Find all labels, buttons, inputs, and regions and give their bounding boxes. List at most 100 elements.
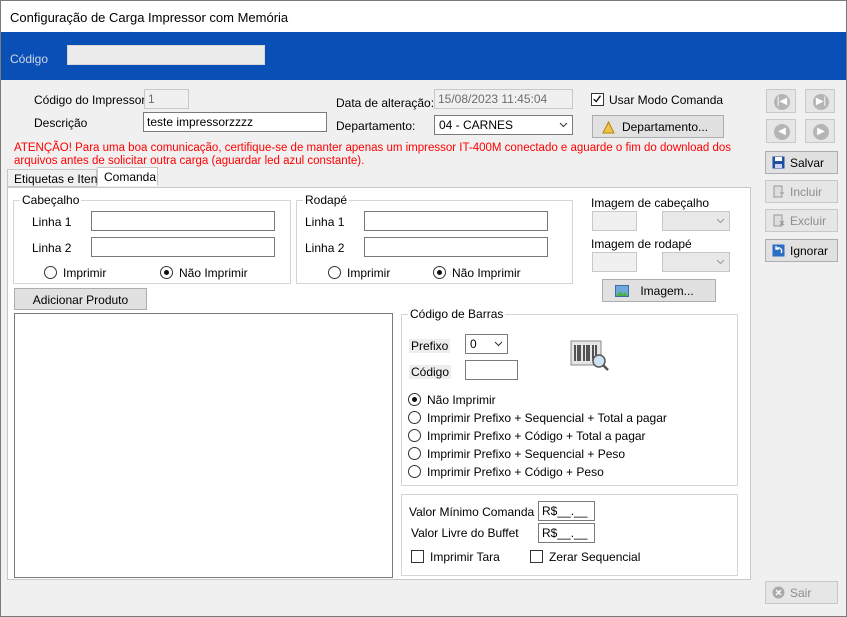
rodape-nao-imprimir-radio[interactable]	[433, 266, 446, 279]
incluir-button[interactable]: Incluir	[765, 180, 838, 203]
tab-etiquetas-itens[interactable]: Etiquetas e Itens	[7, 169, 103, 187]
title-bar: Configuração de Carga Impressor com Memó…	[1, 1, 846, 32]
first-record-button[interactable]: |◀	[766, 89, 796, 113]
arrow-right-icon: ▶	[813, 124, 829, 140]
tab-comanda[interactable]: Comanda	[97, 167, 158, 186]
codigo-barras-codigo-field[interactable]	[465, 360, 518, 380]
cb-option-1-label: Imprimir Prefixo + Sequencial + Total a …	[427, 411, 667, 425]
cabecalho-linha1-field[interactable]	[91, 211, 275, 231]
cb-option-0-label: Não Imprimir	[427, 393, 496, 407]
descricao-field[interactable]: teste impressorzzzz	[143, 112, 327, 132]
imagem-button[interactable]: Imagem...	[602, 279, 716, 302]
adicionar-produto-button[interactable]: Adicionar Produto	[14, 288, 147, 310]
chevron-down-icon	[716, 218, 725, 224]
barcode-icon	[570, 340, 609, 371]
rodape-linha1-field[interactable]	[364, 211, 548, 231]
rodape-linha2-field[interactable]	[364, 237, 548, 257]
zerar-sequencial-label: Zerar Sequencial	[549, 550, 641, 564]
sair-button[interactable]: Sair	[765, 581, 838, 604]
prefixo-select[interactable]: 0	[465, 334, 508, 354]
prefixo-label: Prefixo	[409, 339, 451, 353]
header-band: Código	[1, 32, 846, 80]
last-icon: ▶|	[813, 94, 829, 110]
close-circle-icon	[772, 586, 785, 599]
incluir-label: Incluir	[790, 185, 823, 199]
undo-icon	[772, 244, 785, 257]
cabecalho-nao-imprimir-label: Não Imprimir	[179, 266, 248, 280]
cabecalho-title: Cabeçalho	[20, 193, 82, 207]
cb-option-4-label: Imprimir Prefixo + Código + Peso	[427, 465, 604, 479]
imagem-button-label: Imagem...	[640, 284, 694, 298]
window-title: Configuração de Carga Impressor com Memó…	[10, 10, 289, 25]
next-record-button[interactable]: ▶	[805, 119, 835, 143]
codigo-label: Código	[10, 52, 49, 66]
add-document-icon	[773, 185, 784, 198]
cb-option-2-label: Imprimir Prefixo + Código + Total a paga…	[427, 429, 646, 443]
first-icon: |◀	[774, 94, 790, 110]
rodape-imprimir-label: Imprimir	[347, 266, 391, 280]
imagem-cabecalho-field	[592, 211, 637, 231]
chevron-down-icon	[494, 341, 503, 347]
rodape-imprimir-radio[interactable]	[328, 266, 341, 279]
usar-modo-comanda-label: Usar Modo Comanda	[609, 93, 724, 107]
chevron-down-icon	[559, 122, 568, 128]
cb-option-0-radio[interactable]	[408, 393, 421, 406]
cabecalho-linha2-label: Linha 2	[32, 241, 72, 255]
valor-livre-field[interactable]: R$__.__	[538, 523, 595, 543]
rodape-nao-imprimir-label: Não Imprimir	[452, 266, 521, 280]
departamento-button-label: Departamento...	[621, 120, 709, 134]
rodape-group: Rodapé Linha 1 Linha 2 Imprimir Não Impr…	[296, 193, 573, 284]
usar-modo-comanda-checkbox[interactable]	[591, 93, 604, 106]
cb-option-3-label: Imprimir Prefixo + Sequencial + Peso	[427, 447, 626, 461]
valor-minimo-field[interactable]: R$__.__	[538, 501, 595, 521]
cabecalho-group: Cabeçalho Linha 1 Linha 2 Imprimir Não I…	[13, 193, 291, 284]
data-alteracao-label: Data de alteração:	[336, 96, 435, 110]
departamento-icon	[602, 121, 615, 134]
valor-minimo-label: Valor Mínimo Comanda	[409, 505, 535, 519]
cabecalho-linha2-field[interactable]	[91, 237, 275, 257]
cb-option-3-radio[interactable]	[408, 447, 421, 460]
zerar-sequencial-checkbox[interactable]	[530, 550, 543, 563]
cabecalho-imprimir-label: Imprimir	[63, 266, 107, 280]
valor-livre-label: Valor Livre do Buffet	[411, 526, 519, 540]
sair-label: Sair	[790, 586, 812, 600]
departamento-button[interactable]: Departamento...	[592, 115, 724, 138]
cb-option-2-radio[interactable]	[408, 429, 421, 442]
save-icon	[772, 156, 785, 169]
arrow-left-icon: ◀	[774, 124, 790, 140]
departamento-select[interactable]: 04 - CARNES	[434, 115, 573, 135]
imprimir-tara-checkbox[interactable]	[411, 550, 424, 563]
cabecalho-imprimir-radio[interactable]	[44, 266, 57, 279]
rodape-title: Rodapé	[303, 193, 350, 207]
app-window: Configuração de Carga Impressor com Memó…	[0, 0, 847, 617]
checkmark-icon	[593, 95, 602, 103]
imagem-cabecalho-label: Imagem de cabeçalho	[591, 196, 710, 210]
codigo-barras-title: Código de Barras	[408, 307, 506, 321]
salvar-label: Salvar	[790, 156, 825, 170]
rodape-linha1-label: Linha 1	[305, 215, 345, 229]
image-icon	[615, 285, 629, 297]
codigo-barras-codigo-label: Código	[409, 365, 452, 379]
excluir-button[interactable]: Excluir	[765, 209, 838, 232]
codigo-impressor-field[interactable]: 1	[144, 89, 189, 109]
codigo-field[interactable]	[67, 45, 265, 65]
last-record-button[interactable]: ▶|	[805, 89, 835, 113]
warning-text: ATENÇÃO! Para uma boa comunicação, certi…	[14, 142, 731, 167]
cabecalho-nao-imprimir-radio[interactable]	[160, 266, 173, 279]
departamento-value: 04 - CARNES	[439, 118, 514, 132]
delete-document-icon	[773, 214, 785, 227]
departamento-label: Departamento:	[336, 119, 416, 133]
imagem-cabecalho-select[interactable]	[662, 211, 730, 231]
cb-option-1-radio[interactable]	[408, 411, 421, 424]
imagem-rodape-select[interactable]	[662, 252, 730, 272]
produtos-list[interactable]	[14, 313, 393, 578]
previous-record-button[interactable]: ◀	[766, 119, 796, 143]
codigo-barras-group: Código de Barras Prefixo 0 Código Não Im…	[401, 307, 738, 486]
ignorar-button[interactable]: Ignorar	[765, 239, 838, 262]
valores-group: Valor Mínimo Comanda R$__.__ Valor Livre…	[401, 494, 738, 576]
imagem-rodape-label: Imagem de rodapé	[591, 237, 692, 251]
salvar-button[interactable]: Salvar	[765, 151, 838, 174]
cb-option-4-radio[interactable]	[408, 465, 421, 478]
prefixo-value: 0	[470, 337, 477, 351]
codigo-impressor-label: Código do Impressor	[34, 93, 146, 107]
